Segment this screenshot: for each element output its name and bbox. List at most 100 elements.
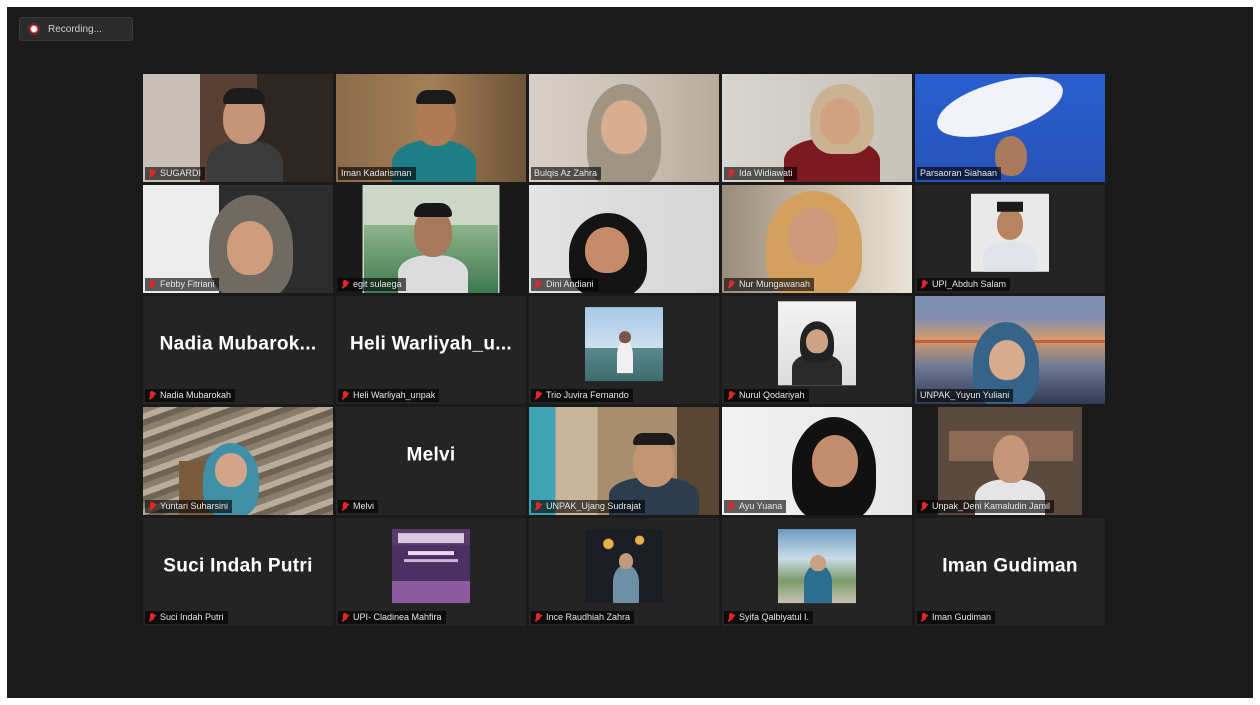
muted-mic-icon (727, 612, 735, 623)
profile-photo (778, 529, 856, 604)
participant-tile[interactable]: Trio Juvira Fernando (529, 296, 719, 404)
participant-name: Ida Widiawati (739, 168, 793, 178)
participant-name: Ayu Yuana (739, 501, 783, 511)
participant-name: Nurul Qodariyah (739, 390, 805, 400)
participant-name-tag: Suci Indah Putri (145, 611, 228, 624)
muted-mic-icon (727, 279, 735, 290)
muted-mic-icon (727, 168, 735, 179)
participant-name: Syifa Qalbiyatul I. (739, 612, 810, 622)
participant-tile[interactable]: Bulqis Az Zahra (529, 74, 719, 182)
participant-name-tag: UNPAK_Ujang Sudrajat (531, 500, 645, 513)
participant-name-tag: Dini Andiani (531, 278, 598, 291)
participant-display-name: Heli Warliyah_u... (349, 333, 513, 355)
video-feed (143, 407, 333, 515)
participant-tile[interactable]: Melvi Melvi (336, 407, 526, 515)
muted-mic-icon (148, 501, 156, 512)
participant-tile[interactable]: SUGARDI (143, 74, 333, 182)
video-feed (722, 74, 912, 182)
participant-tile[interactable]: Dini Andiani (529, 185, 719, 293)
muted-mic-icon (534, 390, 542, 401)
muted-mic-icon (148, 168, 156, 179)
participant-display-name: Iman Gudiman (942, 555, 1078, 577)
participant-tile-active-speaker[interactable]: Parsaoran Siahaan (915, 74, 1105, 182)
participant-name: Nur Mungawanah (739, 279, 811, 289)
video-feed (915, 407, 1105, 515)
participant-name: SUGARDI (160, 168, 202, 178)
muted-mic-icon (920, 612, 928, 623)
participant-name: Heli Warliyah_unpak (353, 390, 436, 400)
participant-name-tag: Parsaoran Siahaan (917, 167, 1002, 180)
participant-name-tag: Febby Fitriani (145, 278, 219, 291)
muted-mic-icon (341, 612, 349, 623)
participant-tile[interactable]: Nadia Mubarok... Nadia Mubarokah (143, 296, 333, 404)
participant-tile[interactable]: Nurul Qodariyah (722, 296, 912, 404)
participant-tile[interactable]: Ince Raudhiah Zahra (529, 518, 719, 626)
participant-name-tag: UPI- Cladinea Mahfira (338, 611, 446, 624)
participant-tile[interactable]: UNPAK_Ujang Sudrajat (529, 407, 719, 515)
participant-tile[interactable]: UNPAK_Yuyun Yuliani (915, 296, 1105, 404)
participant-display-name: Suci Indah Putri (163, 555, 313, 577)
participant-name: Febby Fitriani (160, 279, 215, 289)
participant-tile[interactable]: Ayu Yuana (722, 407, 912, 515)
participant-name-tag: Ince Raudhiah Zahra (531, 611, 635, 624)
profile-photo (778, 301, 856, 386)
participant-tile[interactable]: Nur Mungawanah (722, 185, 912, 293)
muted-mic-icon (727, 390, 735, 401)
participant-name-tag: Yuntari Suharsini (145, 500, 233, 513)
muted-mic-icon (534, 279, 542, 290)
participant-name-tag: Syifa Qalbiyatul I. (724, 611, 814, 624)
participant-tile[interactable]: Ida Widiawati (722, 74, 912, 182)
profile-photo (585, 307, 663, 382)
participant-name-tag: Bulqis Az Zahra (531, 167, 602, 180)
participant-tile[interactable]: UPI- Cladinea Mahfira (336, 518, 526, 626)
participant-display-name: Nadia Mubarok... (159, 333, 317, 355)
participant-name: Iman Gudiman (932, 612, 992, 622)
participant-tile[interactable]: Suci Indah Putri Suci Indah Putri (143, 518, 333, 626)
participant-tile[interactable]: Unpak_Deni Kamaludin Jamil (915, 407, 1105, 515)
muted-mic-icon (920, 501, 928, 512)
participant-tile[interactable]: Febby Fitriani (143, 185, 333, 293)
video-feed (143, 185, 333, 293)
participant-name: Parsaoran Siahaan (920, 168, 998, 178)
gallery-view: SUGARDI Iman Kadarisman Bulqis Az Zahra … (143, 74, 1105, 626)
participant-name: Ince Raudhiah Zahra (546, 612, 631, 622)
video-feed (529, 74, 719, 182)
participant-name: Melvi (353, 501, 375, 511)
video-feed (722, 407, 912, 515)
muted-mic-icon (341, 390, 349, 401)
participant-tile[interactable]: Iman Gudiman Iman Gudiman (915, 518, 1105, 626)
recording-indicator[interactable]: Recording... (19, 17, 133, 41)
participant-name-tag: Melvi (338, 500, 379, 513)
participant-name-tag: UNPAK_Yuyun Yuliani (917, 389, 1014, 402)
participant-tile[interactable]: Yuntari Suharsini (143, 407, 333, 515)
participant-name-tag: Iman Gudiman (917, 611, 996, 624)
participant-name: Iman Kadarisman (341, 168, 412, 178)
muted-mic-icon (534, 612, 542, 623)
participant-tile[interactable]: Iman Kadarisman (336, 74, 526, 182)
participant-name: Dini Andiani (546, 279, 594, 289)
muted-mic-icon (727, 501, 735, 512)
record-icon (28, 23, 40, 35)
participant-name-tag: egit sulaega (338, 278, 406, 291)
video-feed (915, 74, 1105, 182)
muted-mic-icon (920, 279, 928, 290)
video-feed (915, 296, 1105, 404)
participant-tile[interactable]: UPI_Abduh Salam (915, 185, 1105, 293)
participant-name-tag: Nur Mungawanah (724, 278, 815, 291)
participant-name-tag: SUGARDI (145, 167, 206, 180)
participant-name-tag: Ayu Yuana (724, 500, 787, 513)
participant-name-tag: Nadia Mubarokah (145, 389, 236, 402)
participant-tile[interactable]: egit sulaega (336, 185, 526, 293)
participant-name: UNPAK_Yuyun Yuliani (920, 390, 1010, 400)
participant-name: Bulqis Az Zahra (534, 168, 598, 178)
participant-name-tag: Nurul Qodariyah (724, 389, 809, 402)
participant-tile[interactable]: Syifa Qalbiyatul I. (722, 518, 912, 626)
muted-mic-icon (534, 501, 542, 512)
participant-tile[interactable]: Heli Warliyah_u... Heli Warliyah_unpak (336, 296, 526, 404)
participant-name: Nadia Mubarokah (160, 390, 232, 400)
muted-mic-icon (341, 279, 349, 290)
participant-name-tag: UPI_Abduh Salam (917, 278, 1011, 291)
participant-name-tag: Iman Kadarisman (338, 167, 416, 180)
participant-name-tag: Unpak_Deni Kamaludin Jamil (917, 500, 1055, 513)
participant-name-tag: Ida Widiawati (724, 167, 797, 180)
